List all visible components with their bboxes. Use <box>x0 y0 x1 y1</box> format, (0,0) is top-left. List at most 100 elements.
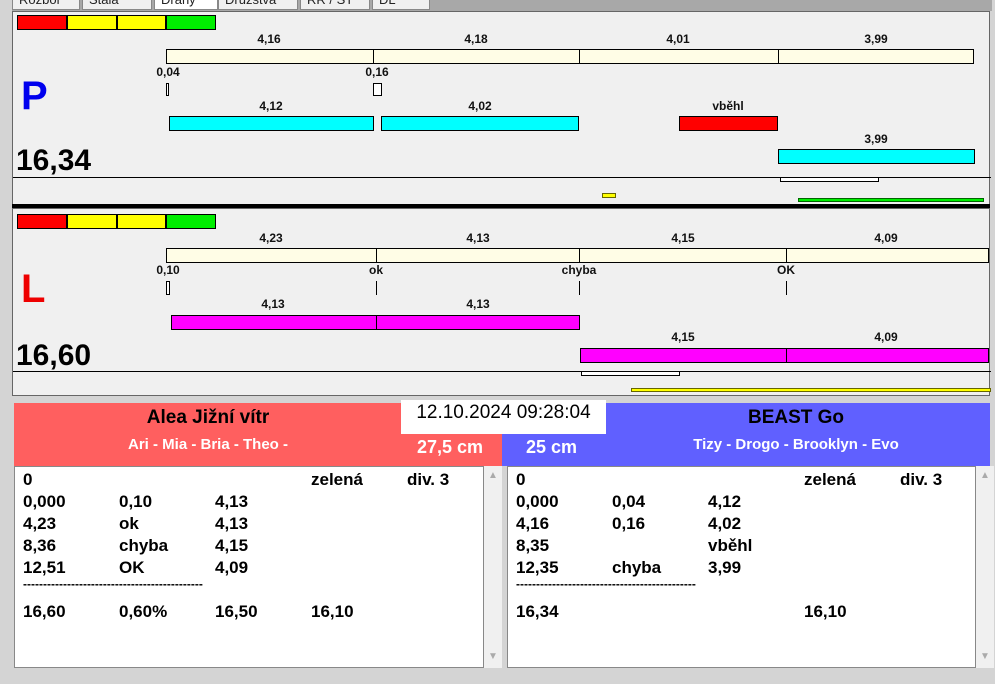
cell: 4,15 <box>215 536 249 555</box>
tab-bar: Rozbor Stala Dráhy Družstva RR / ST DL <box>12 0 992 11</box>
reaction-tick <box>579 281 580 295</box>
lane-l-panel: 4,23 4,13 4,15 4,09 0,10 ok chyba OK L 4… <box>12 208 991 396</box>
reaction-tick <box>376 281 377 295</box>
split-label: 4,09 <box>874 231 898 245</box>
reaction-label: 0,16 <box>365 65 389 79</box>
cell: zelená <box>311 470 363 489</box>
light-yellow <box>67 214 117 229</box>
cell: 0 <box>23 470 33 489</box>
reaction-marker <box>373 83 382 96</box>
lane-letter: P <box>21 74 48 118</box>
split-label: 3,99 <box>864 32 888 46</box>
divider <box>13 371 991 372</box>
cell: 16,10 <box>804 602 847 621</box>
reaction-marker <box>166 83 169 96</box>
cell: 4,16 <box>516 514 550 533</box>
lane-letter: L <box>21 267 46 311</box>
tab-druzstva[interactable]: Družstva <box>218 0 298 10</box>
light-red <box>17 15 67 30</box>
cell: 0,000 <box>516 492 559 511</box>
dog-time-label: 4,12 <box>259 99 283 113</box>
cell: 0 <box>516 470 526 489</box>
reaction-marker <box>166 281 170 295</box>
dog-time-label: 3,99 <box>864 132 888 146</box>
cell: div. 3 <box>900 470 943 489</box>
cell: 4,02 <box>708 514 742 533</box>
cell: div. 3 <box>407 470 450 489</box>
lane-total: 16,34 <box>16 144 92 177</box>
split-track <box>166 248 989 263</box>
split-label: 4,01 <box>666 32 690 46</box>
dog-bar <box>381 116 579 131</box>
yellow-marker <box>602 193 616 198</box>
yellow-marker <box>631 388 991 392</box>
reaction-label: OK <box>777 263 795 277</box>
reaction-label: 0,10 <box>156 263 180 277</box>
dog-time-label: 4,13 <box>261 297 285 311</box>
cell: 0,60% <box>119 602 168 621</box>
cell: 0,000 <box>23 492 66 511</box>
dog-time-label: 4,02 <box>468 99 492 113</box>
light-yellow <box>67 15 117 30</box>
lane-total: 16,60 <box>16 339 92 372</box>
right-scrollbar[interactable]: ▲ ▼ <box>976 466 994 668</box>
reaction-label: chyba <box>561 263 597 277</box>
tab-rozbor[interactable]: Rozbor <box>12 0 80 10</box>
progress-marker <box>581 371 680 376</box>
cell: 4,23 <box>23 514 57 533</box>
team-name: Alea Jižní vítr <box>146 407 270 428</box>
cell: ok <box>119 514 139 533</box>
tab-rr-st[interactable]: RR / ST <box>300 0 370 10</box>
cell: 4,09 <box>215 558 249 577</box>
cell: 16,10 <box>311 602 354 621</box>
dog-time-label: 4,15 <box>671 330 695 344</box>
reaction-label: 0,04 <box>156 65 180 79</box>
tab-dl[interactable]: DL <box>372 0 430 10</box>
dog-bar <box>171 315 580 330</box>
light-yellow <box>117 214 166 229</box>
split-label: 4,16 <box>257 32 281 46</box>
light-red <box>17 214 67 229</box>
left-result-list[interactable]: 0 zelená div. 3 0,000 0,10 4,13 4,23 ok 4,13 8,36… <box>14 466 484 668</box>
split-label: 4,18 <box>464 32 488 46</box>
jump-height: 25 cm <box>526 437 578 457</box>
tab-stala[interactable]: Stala <box>82 0 152 10</box>
cell: 0,16 <box>612 514 646 533</box>
progress-marker <box>780 177 879 182</box>
datetime: 12.10.2024 09:28:04 <box>401 400 606 434</box>
split-label: 4,13 <box>466 231 490 245</box>
cell: chyba <box>612 558 662 577</box>
jump-height: 27,5 cm <box>417 437 484 457</box>
cell: 16,60 <box>23 602 66 621</box>
cell: 16,50 <box>215 602 258 621</box>
dog-time-label: 4,13 <box>466 297 490 311</box>
cell: 0,10 <box>119 492 153 511</box>
green-marker <box>798 198 984 202</box>
cell: 16,34 <box>516 602 559 621</box>
team-members: Ari - Mia - Bria - Theo - <box>127 436 288 453</box>
cell: 4,13 <box>215 514 249 533</box>
cell: 8,36 <box>23 536 57 555</box>
cell: 4,13 <box>215 492 249 511</box>
split-label: 4,15 <box>671 231 695 245</box>
left-scrollbar[interactable]: ▲ ▼ <box>484 466 502 668</box>
dog-bar <box>169 116 374 131</box>
cell: 8,35 <box>516 536 550 555</box>
light-green <box>166 15 216 30</box>
cell: 3,99 <box>708 558 742 577</box>
lane-p-panel: 4,16 4,18 4,01 3,99 0,04 0,16 P 4,12 4,0… <box>12 11 991 205</box>
cell: zelená <box>804 470 856 489</box>
cell: 12,51 <box>23 558 66 577</box>
cell: 4,12 <box>708 492 742 511</box>
dog-time-label: vběhl <box>712 99 744 113</box>
team-name: BEAST Go <box>747 407 845 428</box>
cell: OK <box>119 558 145 577</box>
tab-drahy[interactable]: Dráhy <box>154 0 218 10</box>
dog-bar <box>778 149 975 164</box>
reaction-label: ok <box>368 263 384 277</box>
team-members: Tizy - Drogo - Brooklyn - Evo <box>693 436 899 453</box>
cell: 0,04 <box>612 492 646 511</box>
cell: vběhl <box>708 536 753 555</box>
cell: 12,35 <box>516 558 559 577</box>
right-result-list[interactable]: 0 zelená div. 3 0,000 0,04 4,12 4,16 0,16 4,02 8,… <box>507 466 976 668</box>
